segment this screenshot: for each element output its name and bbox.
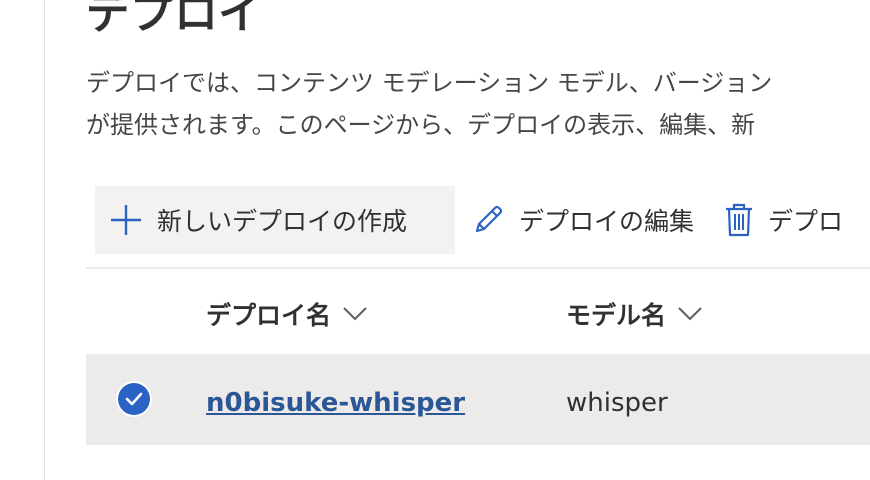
toolbar-divider xyxy=(86,267,870,269)
column-header-model-name[interactable]: モデル名 xyxy=(566,292,702,336)
create-deployment-button[interactable]: 新しいデプロイの作成 xyxy=(95,186,455,254)
row-select-checkbox[interactable] xyxy=(118,383,150,415)
plus-icon xyxy=(109,203,143,237)
column-header-label: モデル名 xyxy=(566,301,667,330)
description-line-2: が提供されます。このページから、デプロイの表示、編集、新 xyxy=(86,111,756,139)
table-row[interactable] xyxy=(86,354,870,445)
chevron-down-icon xyxy=(343,307,367,321)
pencil-icon xyxy=(471,203,505,237)
deployments-page: デプロイ デプロイでは、コンテンツ モデレーション モデル、バージョン が提供さ… xyxy=(0,0,870,480)
create-deployment-label: 新しいデプロイの作成 xyxy=(157,207,408,236)
description-line-1: デプロイでは、コンテンツ モデレーション モデル、バージョン xyxy=(86,69,773,97)
model-name-cell: whisper xyxy=(566,388,668,418)
check-circle-icon xyxy=(125,392,143,406)
deployment-name-link[interactable]: n0bisuke-whisper xyxy=(206,383,465,423)
command-bar: 新しいデプロイの作成 デプロイの編集 デプロ xyxy=(95,186,843,254)
column-header-deployment-name[interactable]: デプロイ名 xyxy=(206,292,367,336)
left-rail-divider xyxy=(44,0,45,480)
chevron-down-icon xyxy=(678,307,702,321)
edit-deployment-button[interactable]: デプロイの編集 xyxy=(471,186,694,254)
column-header-label: デプロイ名 xyxy=(206,301,332,330)
trash-icon xyxy=(724,202,754,238)
delete-deployment-label: デプロ xyxy=(768,207,844,236)
page-description: デプロイでは、コンテンツ モデレーション モデル、バージョン が提供されます。こ… xyxy=(86,62,870,146)
delete-deployment-button[interactable]: デプロ xyxy=(724,186,843,254)
edit-deployment-label: デプロイの編集 xyxy=(519,207,695,236)
page-title: デプロイ xyxy=(86,0,262,39)
